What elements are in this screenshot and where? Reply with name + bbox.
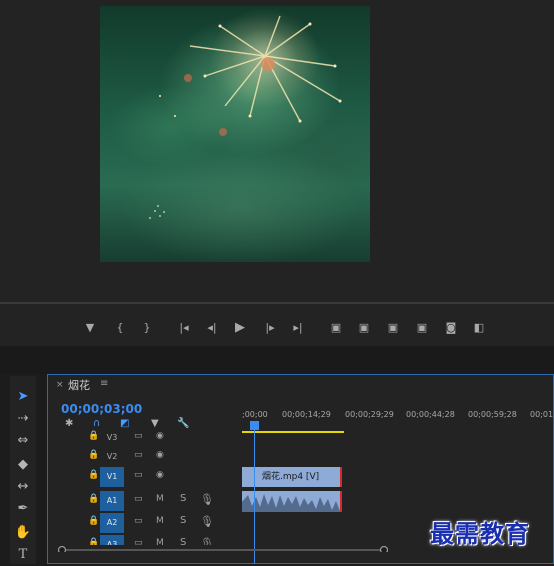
mark-in-icon[interactable]: { (109, 310, 131, 346)
track-label[interactable]: V3 (100, 428, 124, 448)
eye-icon[interactable]: ◉ (156, 470, 164, 480)
playhead-line[interactable] (254, 424, 255, 564)
go-to-out-icon[interactable]: ▸| (287, 310, 309, 346)
slip-tool-icon[interactable]: ↔ (10, 476, 36, 498)
lock-icon[interactable]: 🔒 (88, 494, 99, 504)
solo-button[interactable]: S (180, 515, 186, 526)
sync-lock-icon[interactable]: ▭ (134, 470, 143, 480)
timeline-zoom-scrollbar[interactable] (58, 546, 388, 552)
sync-lock-icon[interactable]: ▭ (134, 431, 143, 441)
track-label[interactable]: V1 (100, 467, 124, 487)
track-row-v2: 🔒 V2 ▭ ◉ (48, 447, 554, 467)
ruler-tick: 00;01 (530, 410, 554, 419)
type-tool-icon[interactable]: T (10, 544, 36, 566)
microphone-icon[interactable]: 🎙 (200, 493, 214, 506)
eye-icon[interactable]: ◉ (156, 450, 164, 460)
extract-icon[interactable]: ▣ (353, 310, 375, 346)
audio-waveform (242, 494, 340, 512)
step-back-icon[interactable]: ◂| (201, 310, 223, 346)
watermark-logo: 最需教育 (430, 519, 530, 548)
mark-out-icon[interactable]: } (136, 310, 158, 346)
track-row-v3: 🔒 V3 ▭ ◉ (48, 428, 554, 448)
panel-menu-icon[interactable]: ≡ (100, 378, 108, 389)
sync-lock-icon[interactable]: ▭ (134, 516, 143, 526)
play-icon[interactable]: ▶ (229, 310, 251, 346)
ruler-tick: 00;00;59;28 (468, 410, 517, 419)
lift-icon[interactable]: ▣ (325, 310, 347, 346)
overwrite-icon[interactable]: ▣ (411, 310, 433, 346)
add-marker-icon[interactable]: ▼ (79, 310, 101, 346)
track-label[interactable]: A1 (100, 491, 124, 511)
track-label[interactable]: A3 (100, 535, 124, 545)
lock-icon[interactable]: 🔒 (88, 516, 99, 526)
close-tab-icon[interactable]: × (56, 380, 64, 390)
microphone-icon[interactable]: 🎙 (200, 537, 214, 545)
hand-tool-icon[interactable]: ✋ (10, 522, 36, 544)
mute-button[interactable]: M (156, 516, 164, 526)
track-label[interactable]: A2 (100, 513, 124, 533)
ruler-tick: ;00;00 (242, 410, 268, 419)
selection-tool-icon[interactable]: ➤ (10, 386, 36, 408)
video-preview (100, 6, 370, 262)
sync-lock-icon[interactable]: ▭ (134, 450, 143, 460)
playhead-timecode[interactable]: 00;00;03;00 (61, 402, 142, 416)
ruler-tick: 00;00;14;29 (282, 410, 331, 419)
lock-icon[interactable]: 🔒 (88, 538, 99, 545)
lock-icon[interactable]: 🔒 (88, 431, 99, 441)
pen-tool-icon[interactable]: ✒ (10, 498, 36, 520)
mute-button[interactable]: M (156, 538, 164, 545)
lock-icon[interactable]: 🔒 (88, 450, 99, 460)
ruler-tick: 00;00;44;28 (406, 410, 455, 419)
step-forward-icon[interactable]: |▸ (259, 310, 281, 346)
program-monitor (0, 0, 554, 296)
track-label[interactable]: V2 (100, 447, 124, 467)
panel-divider (0, 346, 554, 374)
razor-tool-icon[interactable]: ◆ (10, 454, 36, 476)
ruler-tick: 00;00;29;29 (345, 410, 394, 419)
tab-sequence[interactable]: 烟花 (68, 377, 90, 393)
button-editor-icon[interactable]: ◧ (468, 310, 490, 346)
track-select-tool-icon[interactable]: ⇢ (10, 408, 36, 430)
ripple-edit-tool-icon[interactable]: ⇔ (10, 430, 36, 452)
video-clip-label: 烟花.mp4 [V] (262, 472, 320, 482)
microphone-icon[interactable]: 🎙 (200, 515, 214, 528)
export-frame-icon[interactable]: ◙ (440, 310, 462, 346)
sync-lock-icon[interactable]: ▭ (134, 538, 143, 545)
audio-clip[interactable] (242, 491, 342, 512)
mute-button[interactable]: M (156, 494, 164, 504)
solo-button[interactable]: S (180, 493, 186, 504)
monitor-scrubber[interactable] (0, 296, 554, 310)
fireworks-frame (149, 15, 342, 219)
insert-icon[interactable]: ▣ (382, 310, 404, 346)
tools-panel: ➤ ⇢ ⇔ ◆ ↔ ✒ ✋ T (10, 376, 36, 564)
solo-button[interactable]: S (180, 537, 186, 545)
sync-lock-icon[interactable]: ▭ (134, 494, 143, 504)
go-to-in-icon[interactable]: |◂ (173, 310, 195, 346)
eye-icon[interactable]: ◉ (156, 431, 164, 441)
lock-icon[interactable]: 🔒 (88, 470, 99, 480)
transport-controls: ▼ { } |◂ ◂| ▶ |▸ ▸| ▣ ▣ ▣ ▣ ◙ ◧ (0, 310, 554, 346)
